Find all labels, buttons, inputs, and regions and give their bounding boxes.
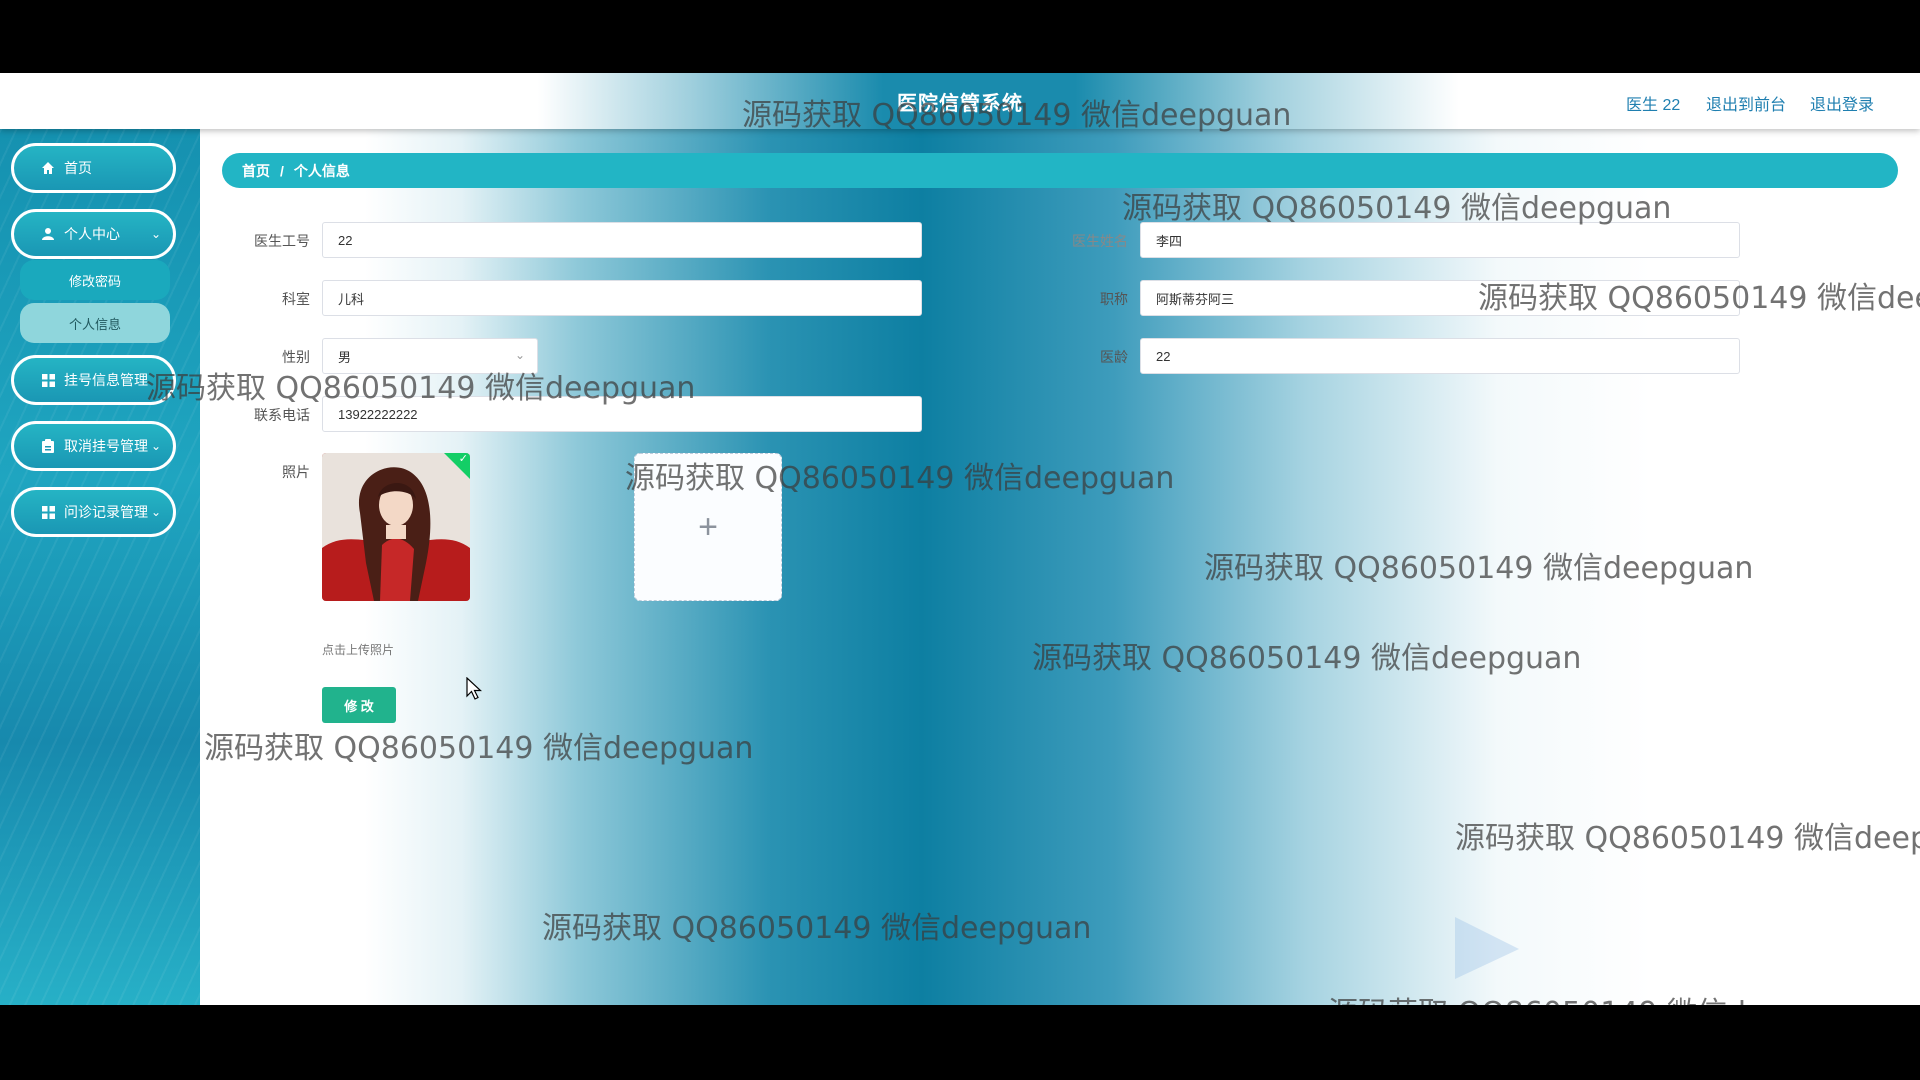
- chevron-down-icon: ⌄: [150, 505, 161, 519]
- doctor-name-field[interactable]: 李四: [1140, 222, 1740, 258]
- sidebar-item-label: 取消挂号管理: [64, 438, 148, 454]
- phone-field[interactable]: 13922222222: [322, 396, 922, 432]
- grid-icon: [40, 373, 56, 387]
- watermark-text: 源码获取 QQ86050149 微信deepguan: [1122, 191, 1672, 226]
- exit-to-frontend-link[interactable]: 退出到前台: [1706, 91, 1786, 115]
- sidebar-item-label: 挂号信息管理: [64, 372, 148, 388]
- job-title-label: 职称: [1100, 291, 1128, 307]
- logout-link[interactable]: 退出登录: [1810, 91, 1874, 115]
- watermark-text: 源码获取 QQ86050149 微信deepguan: [204, 731, 754, 766]
- sidebar-subitem-label: 修改密码: [68, 273, 121, 289]
- gender-selected-value: 男: [338, 349, 352, 365]
- play-logo-icon: [1455, 917, 1519, 979]
- chevron-down-icon: ⌄: [150, 439, 161, 453]
- years-of-practice-field[interactable]: 22: [1140, 338, 1740, 374]
- doctor-name-label: 医生姓名: [1072, 233, 1128, 249]
- sidebar-item-home[interactable]: 首页: [11, 143, 176, 193]
- mouse-cursor-icon: [466, 677, 482, 700]
- years-of-practice-label: 医龄: [1100, 349, 1128, 365]
- job-title-field[interactable]: 阿斯蒂芬阿三: [1140, 280, 1740, 316]
- watermark-text: 源码获取 QQ86050149 微信deepguan: [1328, 988, 1877, 1005]
- gender-label: 性别: [282, 349, 310, 365]
- watermark-text: 源码获取 QQ86050149 微信deepguan: [1204, 551, 1754, 586]
- app-screen: 医院信管系统 医生 22 退出到前台 退出登录 首页 个人中心 ⌄ 修改密码 个…: [0, 73, 1920, 1005]
- gender-select[interactable]: 男 ⌄: [322, 338, 538, 374]
- clipboard-icon: [40, 439, 56, 453]
- photo-upload-button[interactable]: +: [634, 453, 782, 601]
- watermark-text: 源码获取 QQ86050149 微信deepguan: [542, 911, 1092, 946]
- watermark-text: 源码获取 QQ86050149 微信deepguan: [1455, 821, 1920, 856]
- top-header: 医院信管系统 医生 22 退出到前台 退出登录: [0, 73, 1920, 129]
- sidebar-item-consultation-records[interactable]: 问诊记录管理 ⌄: [11, 487, 176, 537]
- sidebar-subitem-label: 个人信息: [68, 316, 121, 332]
- department-field[interactable]: 儿科: [322, 280, 922, 316]
- breadcrumb-current: 个人信息: [293, 162, 350, 179]
- chevron-down-icon: ⌄: [514, 348, 525, 362]
- chevron-down-icon: ⌄: [150, 227, 161, 241]
- user-icon: [40, 227, 56, 241]
- doctor-id-label: 医生工号: [254, 233, 310, 249]
- submit-edit-button[interactable]: 修 改: [322, 687, 396, 723]
- sidebar-item-label: 个人中心: [64, 226, 120, 242]
- breadcrumb-separator: /: [280, 162, 284, 179]
- current-user-link[interactable]: 医生 22: [1626, 91, 1680, 115]
- doctor-photo[interactable]: ✓: [322, 453, 470, 601]
- upload-hint: 点击上传照片: [322, 643, 395, 657]
- watermark-text: 源码获取 QQ86050149 微信deepguan: [1032, 641, 1582, 676]
- sidebar-subitem-personal-info[interactable]: 个人信息: [20, 303, 170, 343]
- grid-icon: [40, 505, 56, 519]
- photo-label: 照片: [282, 464, 310, 480]
- phone-label: 联系电话: [254, 407, 310, 423]
- check-icon: ✓: [458, 453, 468, 465]
- breadcrumb: 首页 / 个人信息: [222, 153, 1898, 188]
- sidebar-item-personal-center[interactable]: 个人中心 ⌄: [11, 209, 176, 259]
- sidebar-subitem-change-password[interactable]: 修改密码: [20, 260, 170, 300]
- department-label: 科室: [282, 291, 310, 307]
- sidebar-item-cancel-registration[interactable]: 取消挂号管理 ⌄: [11, 421, 176, 471]
- plus-icon: +: [698, 507, 718, 546]
- sidebar-item-label: 问诊记录管理: [64, 504, 148, 520]
- sidebar-item-registration-management[interactable]: 挂号信息管理: [11, 355, 176, 405]
- sidebar-item-label: 首页: [64, 160, 92, 176]
- home-icon: [40, 161, 56, 175]
- sidebar: 首页 个人中心 ⌄ 修改密码 个人信息 挂号信息管理 取消挂号管理 ⌄ 问诊记录…: [0, 129, 200, 1005]
- breadcrumb-home[interactable]: 首页: [242, 161, 270, 181]
- doctor-id-field[interactable]: 22: [322, 222, 922, 258]
